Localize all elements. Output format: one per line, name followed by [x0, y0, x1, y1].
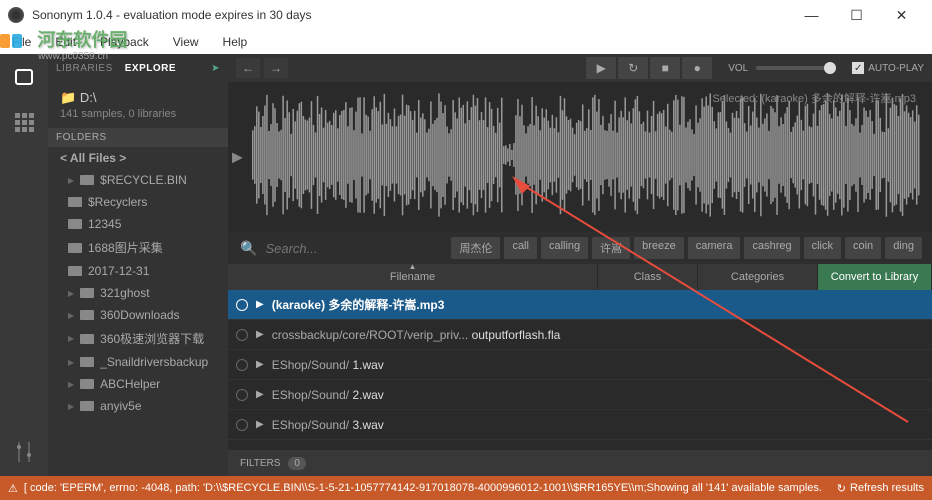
nav-forward-button[interactable]: → — [264, 58, 288, 78]
folder-item[interactable]: ▶$RECYCLE.BIN — [48, 169, 228, 191]
search-tag[interactable]: calling — [541, 237, 588, 259]
row-select-icon[interactable] — [236, 329, 248, 341]
sort-indicator-icon: ▲ — [409, 262, 417, 271]
search-tag[interactable]: breeze — [634, 237, 684, 259]
selected-file-label: Selected: (karaoke) 多余的解释-许嵩.mp3 — [712, 90, 916, 106]
row-play-icon[interactable]: ▶ — [256, 299, 264, 310]
record-button[interactable]: ● — [682, 57, 712, 79]
menu-file[interactable]: File — [8, 33, 35, 51]
folder-item[interactable]: ▶anyiv5e — [48, 395, 228, 417]
table-row[interactable]: ▶ crossbackup/core/ROOT/verip_priv... ou… — [228, 320, 932, 350]
nav-back-button[interactable]: ← — [236, 58, 260, 78]
folder-item[interactable]: ▶360极速浏览器下载 — [48, 326, 228, 351]
folder-item[interactable]: ▶321ghost — [48, 282, 228, 304]
autoplay-checkbox[interactable]: ✓ — [852, 62, 864, 74]
close-button[interactable]: ✕ — [879, 0, 924, 30]
app-icon — [8, 7, 24, 23]
search-tag[interactable]: coin — [845, 237, 881, 259]
folder-item[interactable]: ▶360Downloads — [48, 304, 228, 326]
folder-all-files[interactable]: < All Files > — [48, 147, 228, 169]
row-select-icon[interactable] — [236, 359, 248, 371]
refresh-results-button[interactable]: ↻ Refresh results — [837, 482, 924, 495]
column-class[interactable]: Class — [598, 264, 698, 290]
row-play-icon[interactable]: ▶ — [256, 419, 264, 430]
column-categories[interactable]: Categories — [698, 264, 818, 290]
sidebar-arrow-icon[interactable]: ➤ — [211, 63, 220, 74]
table-row[interactable]: ▶ EShop/Sound/ 1.wav — [228, 350, 932, 380]
search-tag[interactable]: 周杰伦 — [451, 237, 500, 259]
table-row[interactable]: ▶ (karaoke) 多余的解释-许嵩.mp3 — [228, 290, 932, 320]
table-row[interactable]: ▶ EShop/Sound/ 3.wav — [228, 410, 932, 440]
row-play-icon[interactable]: ▶ — [256, 359, 264, 370]
file-table[interactable]: ▶ (karaoke) 多余的解释-许嵩.mp3 ▶ crossbackup/c… — [228, 290, 932, 450]
drive-path: 📁 D:\ — [60, 90, 216, 106]
folder-list[interactable]: < All Files > ▶$RECYCLE.BIN $Recyclers 1… — [48, 147, 228, 476]
volume-label: VOL — [728, 63, 748, 74]
search-tag[interactable]: camera — [688, 237, 741, 259]
status-message: [ code: 'EPERM', errno: -4048, path: 'D:… — [24, 482, 837, 494]
folder-item[interactable]: 2017-12-31 — [48, 260, 228, 282]
search-icon: 🔍 — [240, 240, 257, 257]
table-row[interactable]: ▶ EShop/Sound/ 2.wav — [228, 380, 932, 410]
waveform-play-icon[interactable]: ▶ — [232, 149, 243, 166]
row-select-icon[interactable] — [236, 299, 248, 311]
warning-icon: ⚠ — [8, 482, 18, 495]
tab-libraries[interactable]: LIBRARIES — [56, 63, 113, 74]
stop-button[interactable]: ■ — [650, 57, 680, 79]
folder-item[interactable]: ▶_Snaildriversbackup — [48, 351, 228, 373]
loop-button[interactable]: ↻ — [618, 57, 648, 79]
folder-item[interactable]: 12345 — [48, 213, 228, 235]
row-select-icon[interactable] — [236, 419, 248, 431]
search-tag[interactable]: call — [504, 237, 537, 259]
window-title: Sononym 1.0.4 - evaluation mode expires … — [32, 8, 789, 22]
menu-view[interactable]: View — [169, 33, 203, 51]
rail-browse-icon[interactable] — [12, 66, 36, 90]
maximize-button[interactable]: ☐ — [834, 0, 879, 30]
row-play-icon[interactable]: ▶ — [256, 329, 264, 340]
row-play-icon[interactable]: ▶ — [256, 389, 264, 400]
row-select-icon[interactable] — [236, 389, 248, 401]
volume-slider[interactable] — [756, 66, 836, 70]
sample-count: 141 samples, 0 libraries — [60, 108, 216, 120]
minimize-button[interactable]: — — [789, 0, 834, 30]
rail-settings-icon[interactable] — [12, 440, 36, 464]
folder-item[interactable]: 1688图片采集 — [48, 235, 228, 260]
convert-to-library-button[interactable]: Convert to Library — [818, 264, 932, 290]
filters-count: 0 — [288, 457, 306, 470]
folder-item[interactable]: $Recyclers — [48, 191, 228, 213]
folders-header: FOLDERS — [48, 128, 228, 147]
search-tag[interactable]: 许嵩 — [592, 237, 630, 259]
menu-help[interactable]: Help — [219, 33, 252, 51]
rail-grid-icon[interactable] — [12, 110, 36, 134]
play-button[interactable]: ▶ — [586, 57, 616, 79]
menu-edit[interactable]: Edit — [51, 33, 80, 51]
tab-explore[interactable]: EXPLORE — [125, 63, 176, 74]
search-tag[interactable]: ding — [885, 237, 922, 259]
column-filename[interactable]: ▲ Filename — [228, 264, 598, 290]
search-tag[interactable]: cashreg — [744, 237, 799, 259]
search-tag[interactable]: click — [804, 237, 841, 259]
folder-item[interactable]: ▶ABCHelper — [48, 373, 228, 395]
autoplay-label: AUTO-PLAY — [868, 63, 924, 74]
search-input[interactable] — [265, 241, 443, 256]
waveform-display[interactable] — [252, 90, 920, 220]
filters-label[interactable]: FILTERS — [240, 458, 280, 469]
menu-playback[interactable]: Playback — [96, 33, 153, 51]
